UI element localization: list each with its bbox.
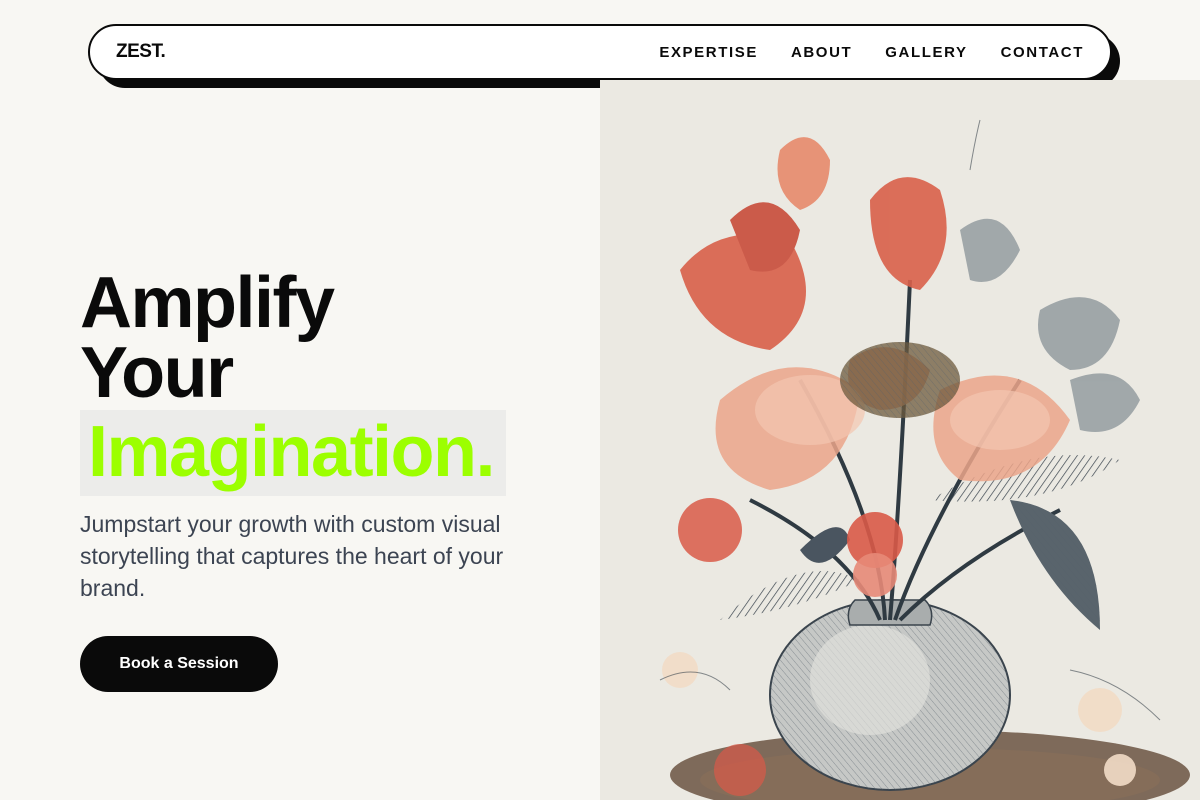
- brand-logo[interactable]: ZEST.: [116, 41, 166, 63]
- hero-subcopy: Jumpstart your growth with custom visual…: [80, 511, 504, 601]
- hero-headline: Amplify Your Imagination.: [80, 263, 507, 496]
- headline-line-2: Your: [80, 333, 234, 413]
- headline-line-1: Amplify: [80, 263, 335, 343]
- top-navigation: ZEST. EXPERTISE ABOUT GALLERY CONTACT: [88, 24, 1112, 80]
- botanical-artwork: [600, 80, 1200, 800]
- nav-link-contact[interactable]: CONTACT: [1001, 44, 1084, 61]
- book-session-button[interactable]: Book a Session: [80, 636, 278, 692]
- flower-bouquet-illustration: [659, 119, 1190, 800]
- headline-highlight: Imagination.: [80, 410, 507, 496]
- nav-links: EXPERTISE ABOUT GALLERY CONTACT: [659, 44, 1084, 61]
- nav-link-expertise[interactable]: EXPERTISE: [659, 44, 758, 61]
- nav-link-about[interactable]: ABOUT: [791, 44, 852, 61]
- nav-link-gallery[interactable]: GALLERY: [885, 44, 967, 61]
